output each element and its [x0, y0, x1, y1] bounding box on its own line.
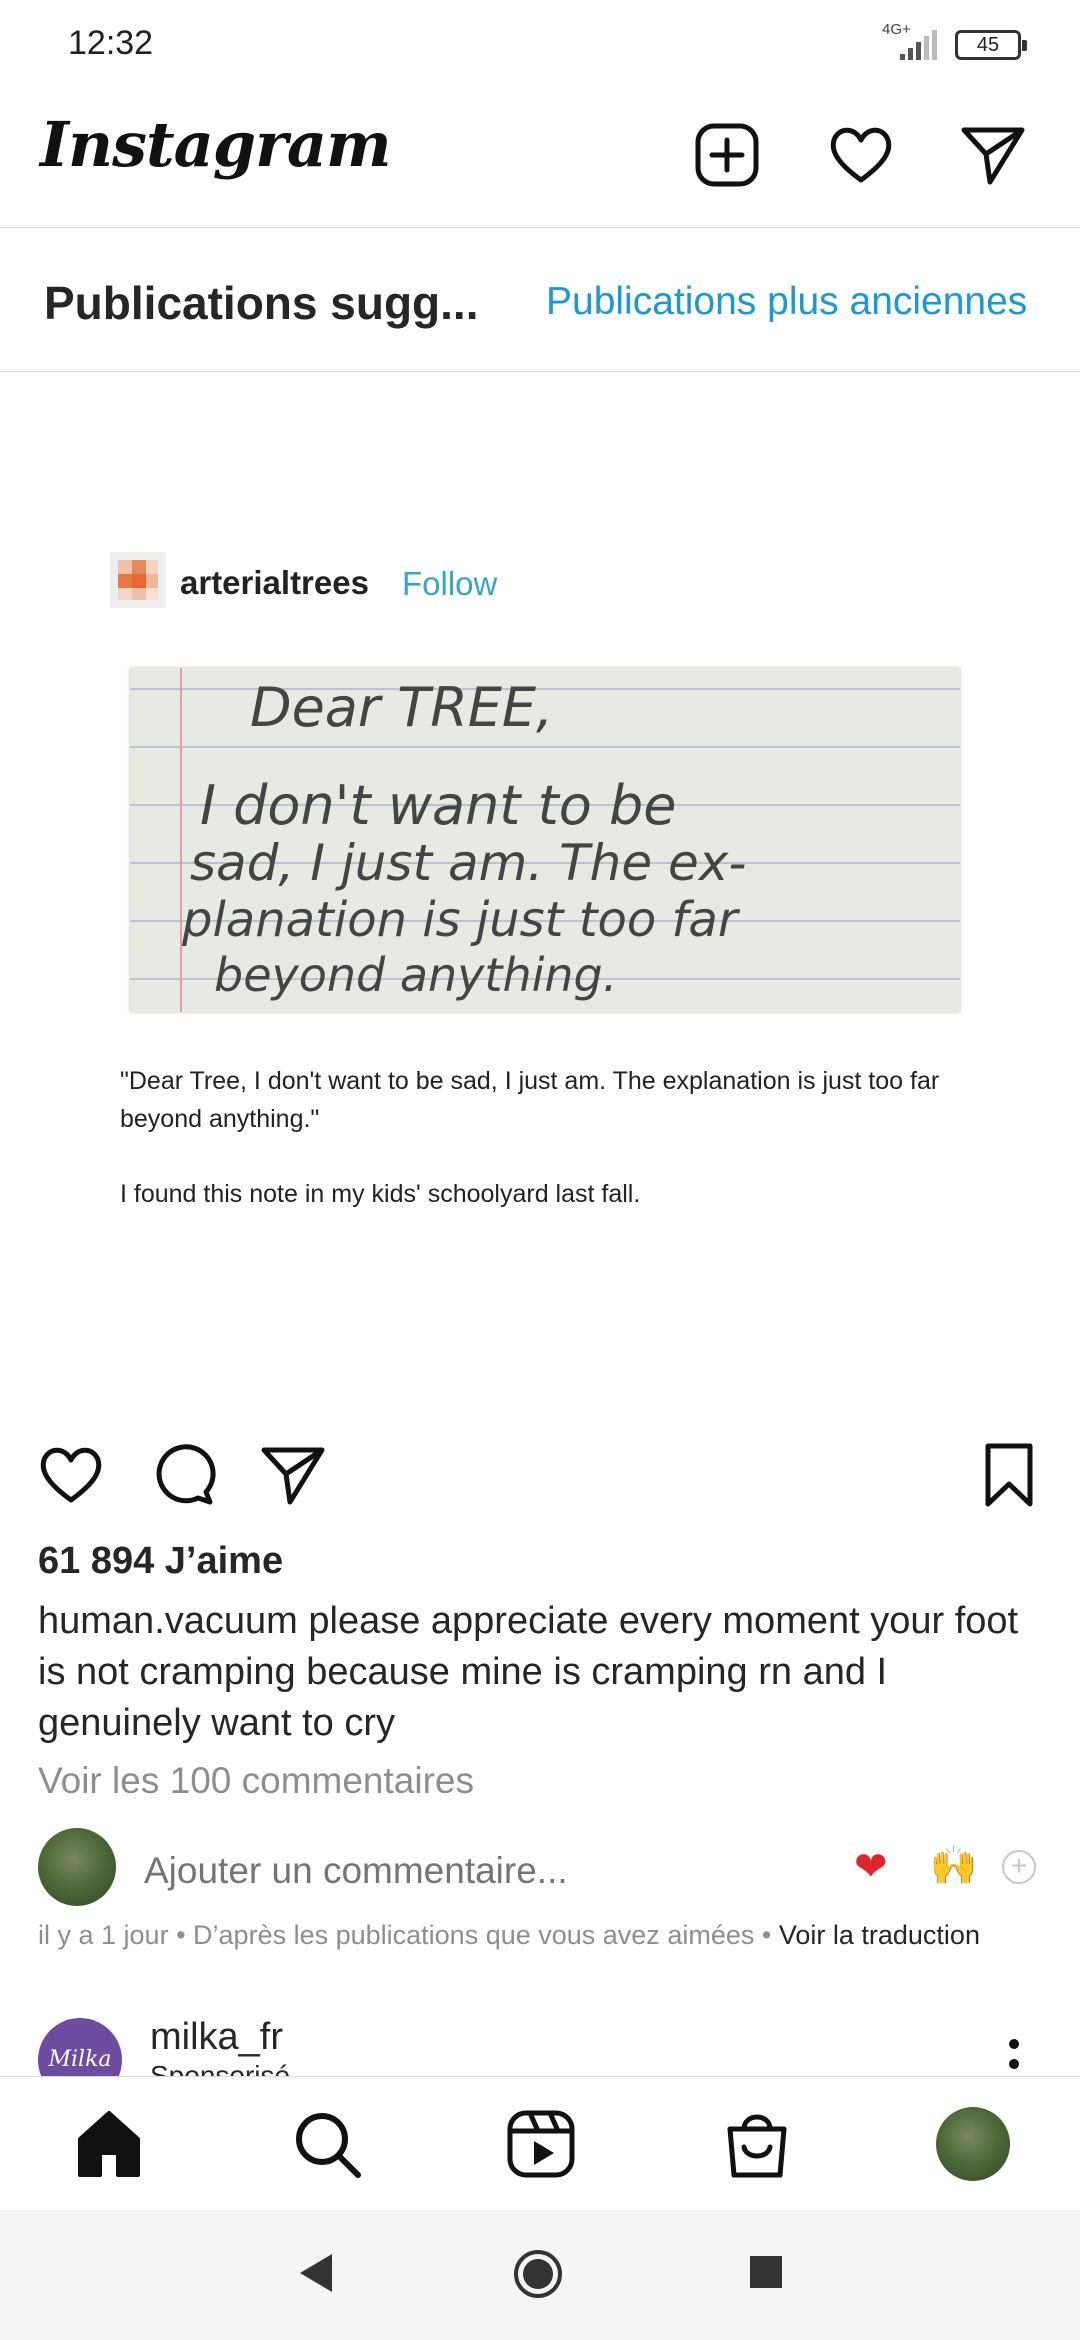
profile-avatar[interactable]: [936, 2107, 1010, 2181]
older-posts-link[interactable]: Publications plus anciennes: [546, 280, 1027, 324]
instagram-logo: Instagram: [40, 108, 392, 181]
heart-emoji-button[interactable]: ❤: [854, 1844, 888, 1890]
next-post-username[interactable]: milka_fr: [150, 2016, 283, 2059]
note-line-3: sad, I just am. The ex-: [190, 834, 747, 892]
home-button-icon[interactable]: [512, 2248, 564, 2300]
suggestion-reason: D’après les publications que vous avez a…: [193, 1920, 755, 1950]
avatar: [38, 1828, 116, 1906]
direct-message-icon[interactable]: [958, 120, 1028, 190]
suggested-posts-title: Publications sugg...: [44, 277, 479, 329]
battery-icon: 45: [955, 30, 1027, 60]
shop-icon[interactable]: [720, 2107, 794, 2181]
raised-hands-emoji-button[interactable]: 🙌: [930, 1844, 977, 1888]
status-time: 12:32: [68, 24, 154, 62]
heart-icon[interactable]: [826, 120, 896, 190]
system-navigation-bar: [0, 2210, 1080, 2340]
status-bar: 12:32 4G+ 45: [0, 0, 1080, 90]
reels-icon[interactable]: [504, 2107, 578, 2181]
comment-icon[interactable]: [148, 1440, 218, 1510]
search-icon[interactable]: [290, 2107, 364, 2181]
comment-input[interactable]: [144, 1848, 664, 1894]
post-caption: human.vacuum please appreciate every mom…: [38, 1596, 1048, 1749]
note-line-1: Dear TREE,: [250, 676, 554, 739]
caption-username[interactable]: human.vacuum: [38, 1600, 298, 1642]
image-caption-quote: "Dear Tree, I don't want to be sad, I ju…: [120, 1067, 940, 1133]
home-icon[interactable]: [72, 2107, 146, 2181]
share-icon[interactable]: [258, 1440, 328, 1510]
suggested-posts-bar: Publications sugg... Publications plus a…: [0, 228, 1080, 372]
post-meta: il y a 1 jour • D’après les publications…: [38, 1920, 980, 1950]
bookmark-icon[interactable]: [974, 1440, 1044, 1510]
likes-count[interactable]: 61 894 J’aime: [38, 1540, 283, 1583]
note-line-5: beyond anything.: [214, 948, 618, 1002]
add-emoji-icon[interactable]: +: [1002, 1850, 1036, 1884]
view-comments-link[interactable]: Voir les 100 commentaires: [38, 1760, 474, 1802]
back-icon[interactable]: [296, 2250, 336, 2296]
app-header: Instagram: [0, 90, 1080, 228]
tumblr-follow-label: Follow: [402, 565, 498, 602]
tumblr-username: arterialtrees: [180, 564, 369, 601]
note-line-4: planation is just too far: [182, 892, 738, 948]
post-time: il y a 1 jour: [38, 1920, 169, 1950]
new-post-icon[interactable]: [692, 120, 762, 190]
see-translation-link[interactable]: Voir la traduction: [779, 1920, 980, 1950]
note-line-2: I don't want to be: [200, 774, 677, 837]
signal-icon: [900, 30, 937, 60]
like-heart-icon[interactable]: [36, 1440, 106, 1510]
image-caption-note: I found this note in my kids' schoolyard…: [120, 1180, 641, 1208]
recent-apps-icon[interactable]: [748, 2254, 784, 2290]
bottom-navigation: [0, 2076, 1080, 2210]
post-image[interactable]: arterialtrees Follow Dear TREE, I don't …: [0, 372, 1080, 1424]
handwritten-note-photo: Dear TREE, I don't want to be sad, I jus…: [130, 668, 960, 1012]
tumblr-avatar: [110, 552, 166, 608]
